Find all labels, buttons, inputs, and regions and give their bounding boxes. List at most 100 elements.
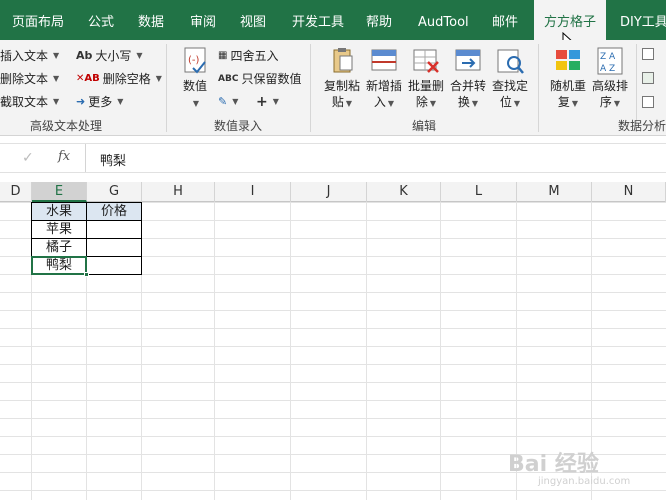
table-header-fruit[interactable]: 水果 [31, 202, 87, 221]
chevron-down-icon: ▼ [232, 97, 239, 106]
chevron-down-icon: ▼ [387, 99, 395, 108]
ribbon-tab-bar: 页面布局 公式 数据 审阅 视图 开发工具 帮助 AudTool 邮件 方方格子… [0, 0, 666, 52]
tab-review[interactable]: 审阅 [190, 0, 216, 40]
chevron-down-icon: ▼ [136, 51, 143, 60]
table-header-price[interactable]: 价格 [86, 202, 142, 221]
abc-icon: ABC [218, 74, 239, 84]
advanced-sort-button[interactable]: Z AA Z 高级排 序 ▼ [588, 46, 632, 112]
svg-text:(-): (-) [188, 55, 200, 66]
formula-bar: ✓ fx 鸭梨 [0, 143, 666, 173]
column-header-n[interactable]: N [592, 182, 666, 202]
change-case-button[interactable]: Ab 大小写 ▼ [76, 46, 143, 66]
column-header-row: D E G H I J K L M N [0, 182, 666, 202]
column-header-m[interactable]: M [517, 182, 592, 202]
chevron-down-icon: ▼ [53, 51, 60, 60]
column-header-e[interactable]: E [32, 182, 87, 202]
keep-numbers-button[interactable]: ABC 只保留数值 [218, 69, 301, 89]
grid-line [290, 202, 291, 500]
chevron-down-icon: ▼ [192, 99, 200, 108]
ribbon-panel: 插入文本 ▼ 删除文本 ▼ 截取文本 ▼ Ab 大小写 ▼ ✕AB 删除空格 ▼ ➜ 更多… [0, 40, 666, 136]
group-divider [538, 44, 539, 132]
fx-icon[interactable]: fx [58, 149, 70, 164]
chevron-down-icon: ▼ [513, 99, 521, 108]
tab-developer[interactable]: 开发工具 [292, 0, 344, 40]
watermark-logo: Bai 经验 jingyan.baidu.com [508, 452, 631, 487]
chevron-down-icon: ▼ [471, 99, 479, 108]
chevron-down-icon: ▼ [571, 99, 579, 108]
round-icon: ▦ [218, 50, 228, 61]
column-header-k[interactable]: K [367, 182, 441, 202]
svg-text:A Z: A Z [600, 64, 615, 74]
column-header-h[interactable]: H [142, 182, 215, 202]
column-header-i[interactable]: I [215, 182, 291, 202]
column-header-l[interactable]: L [441, 182, 517, 202]
svg-text:Z A: Z A [600, 52, 616, 62]
number-icon: (-) [179, 46, 211, 76]
more-button[interactable]: ➜ 更多 ▼ [76, 92, 123, 112]
chevron-down-icon: ▼ [155, 74, 162, 83]
table-cell-price[interactable] [86, 220, 142, 239]
chevron-down-icon: ▼ [613, 99, 621, 108]
copy-paste-button[interactable]: 复制粘 贴 ▼ [320, 46, 364, 112]
group-divider [166, 44, 167, 132]
group-label-edit: 编辑 [412, 119, 437, 133]
chevron-down-icon: ▼ [53, 97, 60, 106]
table-cell-price[interactable] [86, 256, 142, 275]
column-header-d[interactable]: D [0, 182, 32, 202]
grid-line [366, 202, 367, 500]
sort-az-icon: Z A A Z [594, 46, 626, 76]
fill-handle[interactable] [84, 272, 89, 277]
formula-divider [85, 144, 86, 172]
tab-page-layout[interactable]: 页面布局 [12, 0, 64, 40]
tab-mail[interactable]: 邮件 [492, 0, 518, 40]
column-header-j[interactable]: J [291, 182, 367, 202]
extract-text-button[interactable]: 截取文本 ▼ [0, 92, 59, 112]
table-cell-fruit[interactable]: 橘子 [31, 238, 87, 257]
plus-button[interactable]: + ▼ [256, 92, 279, 112]
insert-new-button[interactable]: 新增插 入 ▼ [362, 46, 406, 112]
group-divider [310, 44, 311, 132]
tab-help[interactable]: 帮助 [366, 0, 392, 40]
grid-line [440, 202, 441, 500]
tab-audtool[interactable]: AudTool [418, 0, 469, 40]
round-button[interactable]: ▦ 四舍五入 [218, 46, 278, 66]
grid-line [214, 202, 215, 500]
merge-convert-button[interactable]: 合并转 换 ▼ [446, 46, 490, 112]
remove-spaces-button[interactable]: ✕AB 删除空格 ▼ [76, 69, 162, 89]
chevron-down-icon: ▼ [429, 99, 437, 108]
chevron-down-icon: ▼ [345, 99, 353, 108]
group-label-analysis: 数据分析 [618, 119, 666, 133]
plus-icon: + [256, 94, 268, 110]
active-cell-selection[interactable] [31, 256, 87, 275]
formula-input[interactable]: 鸭梨 [100, 150, 126, 169]
batch-delete-button[interactable]: 批量删 除 ▼ [404, 46, 448, 112]
chevron-down-icon: ▼ [117, 97, 124, 106]
table-cell-fruit[interactable]: 苹果 [31, 220, 87, 239]
check-icon[interactable]: ✓ [22, 150, 34, 166]
delete-text-button[interactable]: 删除文本 ▼ [0, 69, 59, 89]
remove-spaces-icon: ✕AB [76, 73, 100, 84]
table-cell-price[interactable] [86, 238, 142, 257]
random-repeat-button[interactable]: 随机重 复 ▼ [546, 46, 590, 112]
chevron-down-icon: ▼ [272, 97, 279, 106]
insert-text-button[interactable]: 插入文本 ▼ [0, 46, 59, 66]
clipboard-icon [326, 46, 358, 76]
column-header-g[interactable]: G [87, 182, 142, 202]
tab-formulas[interactable]: 公式 [88, 0, 114, 40]
edit-value-button[interactable]: ✎ ▼ [218, 92, 238, 112]
tab-diy-toolbox[interactable]: DIY工具箱 [620, 0, 666, 40]
case-icon: Ab [76, 49, 93, 62]
random-icon [552, 46, 584, 76]
arrow-right-icon: ➜ [76, 95, 86, 108]
tab-view[interactable]: 视图 [240, 0, 266, 40]
batch-delete-icon [410, 46, 442, 76]
small-tool-icon[interactable] [642, 96, 654, 108]
chevron-down-icon: ▼ [53, 74, 60, 83]
magnifier-icon [494, 46, 526, 76]
small-tool-icon[interactable] [642, 48, 654, 60]
tab-data[interactable]: 数据 [138, 0, 164, 40]
number-button[interactable]: (-) 数值 ▼ [175, 46, 215, 112]
find-locate-button[interactable]: 查找定 位 ▼ [488, 46, 532, 112]
small-tool-icon[interactable] [642, 72, 654, 84]
group-label-text: 高级文本处理 [30, 119, 103, 133]
